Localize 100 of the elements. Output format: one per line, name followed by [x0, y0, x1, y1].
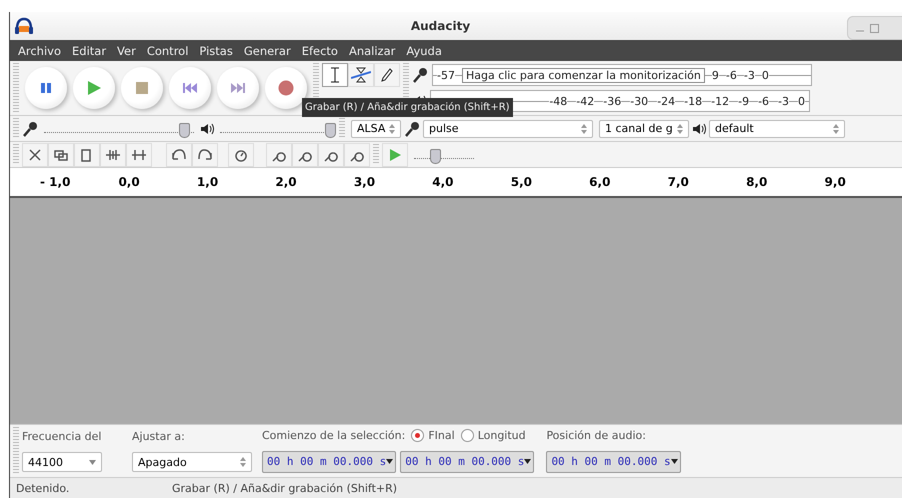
monitoring-hint: Haga clic para comenzar la monitorización [462, 68, 705, 82]
meter-scale-label: -36 [603, 94, 622, 108]
time-field[interactable]: 00 h 00 m 00.000 s [262, 450, 396, 473]
spin-arrows-icon [581, 122, 587, 134]
timeline-ruler[interactable]: - 1,0 0,0 1,0 2,0 3,0 4,0 5,0 6,0 7,0 8,0 9,0 [10, 168, 902, 198]
skip-start-icon [183, 82, 197, 94]
radio-option[interactable]: FInal [411, 429, 455, 442]
app-logo-icon [14, 17, 34, 35]
zoom-in-button[interactable] [266, 142, 292, 166]
skip-start-button[interactable] [169, 67, 211, 109]
timer-button[interactable] [228, 142, 254, 166]
play-icon [388, 148, 402, 162]
menu-item[interactable]: Editar [72, 44, 106, 58]
slider-thumb[interactable] [430, 149, 441, 164]
skip-end-button[interactable] [217, 67, 259, 109]
input-device-select[interactable]: pulse [423, 120, 593, 138]
spin-arrows-icon [389, 122, 395, 134]
dropdown-icon [386, 459, 394, 464]
envelope-tool-button[interactable] [348, 63, 374, 87]
ruler-label: 5,0 [510, 175, 533, 189]
meter-scale-label: -18 [684, 94, 702, 108]
status-message: Grabar (R) / Aña&dir grabación (Shift+R) [172, 482, 398, 494]
slider-thumb[interactable] [178, 123, 190, 138]
snap-select[interactable]: Apagado [132, 452, 252, 472]
waveform-split-button[interactable] [126, 142, 152, 166]
select-tool-button[interactable] [322, 63, 348, 87]
field-label: Frecuencia del [22, 430, 102, 443]
menu-item[interactable]: Ver [117, 44, 136, 58]
channels-select[interactable]: 1 canal de g [599, 120, 689, 138]
status-text: Detenido. [16, 482, 70, 494]
ruler-label: 2,0 [275, 175, 298, 189]
pause-button[interactable] [25, 67, 67, 109]
radio-button[interactable] [411, 429, 424, 442]
meter-scale-label: -3 [778, 94, 789, 108]
waveform-button[interactable] [100, 142, 126, 166]
dropdown-icon [670, 459, 678, 464]
meter-scale-label: -9 [738, 94, 750, 108]
ruler-label: 1,0 [196, 175, 220, 189]
play-icon [86, 80, 102, 96]
skip-end-icon [231, 82, 245, 94]
meter-scale-label: -12 [711, 94, 730, 108]
i-beam-icon [330, 67, 340, 83]
ruler-label: 8,0 [746, 175, 768, 189]
record-meter[interactable]: -57 Haga clic para comenzar la monitorización 9 -6 -3 0 [432, 64, 812, 86]
draw-tool-button[interactable] [374, 63, 400, 87]
meter-scale-label: -6 [758, 94, 770, 108]
time-field[interactable]: 00 h 00 m 00.000 s [546, 450, 681, 473]
rate-select[interactable]: 44100 [22, 452, 102, 472]
time-field[interactable]: 00 h 00 m 00.000 s [400, 450, 534, 473]
play-button[interactable] [73, 67, 115, 109]
record-icon [278, 80, 294, 96]
meter-scale-label: -42 [576, 94, 594, 108]
meter-scale-label: 9 [712, 68, 719, 82]
fit-project-button[interactable] [344, 142, 370, 166]
field-label: Ajustar a: [132, 430, 186, 443]
microphone-icon [412, 67, 428, 83]
menu-item[interactable]: Ayuda [406, 44, 442, 58]
record-button[interactable] [265, 67, 307, 109]
radio-button[interactable] [460, 429, 474, 442]
microphone-icon [22, 120, 38, 136]
ruler-label: 9,0 [824, 175, 847, 189]
envelope-icon [351, 67, 371, 83]
zoom-out-button[interactable] [292, 142, 318, 166]
ruler-label: 3,0 [354, 175, 376, 189]
track-area[interactable] [10, 198, 902, 424]
trim-icon [27, 146, 43, 162]
dropdown-icon [524, 459, 532, 464]
stop-icon [136, 82, 148, 94]
trim-button[interactable] [22, 142, 48, 166]
meter-scale-label: 0 [762, 68, 769, 82]
paste-button[interactable] [74, 142, 100, 166]
meter-scale-label: -30 [630, 94, 648, 108]
meter-scale-label: -3 [744, 68, 755, 82]
radio-option[interactable]: Longitud [460, 429, 526, 442]
menu-item[interactable]: Efecto [302, 44, 338, 58]
pause-icon [40, 82, 52, 94]
field-label: Posición de audio: [546, 429, 647, 442]
microphone-icon [404, 120, 420, 136]
spin-arrows-icon [833, 122, 839, 134]
field-label: Comienzo de la selección: [262, 429, 406, 442]
menu-item[interactable]: Control [146, 44, 188, 58]
pencil-icon [381, 68, 393, 82]
menu-item[interactable]: Archivo [18, 44, 61, 58]
meter-scale-label: 0 [798, 94, 805, 108]
slider-thumb[interactable] [325, 123, 336, 138]
ruler-label: 4,0 [432, 175, 455, 189]
undo-button[interactable] [166, 142, 192, 166]
menu-item[interactable]: Generar [244, 44, 291, 58]
output-device-select[interactable]: default [709, 120, 845, 138]
spin-arrows-icon [240, 456, 246, 468]
menu-item[interactable]: Pistas [199, 44, 233, 58]
host-select[interactable]: ALSA [351, 120, 401, 138]
ruler-label: 0,0 [118, 175, 141, 189]
ruler-label: 7,0 [668, 175, 690, 189]
redo-icon [197, 146, 213, 162]
redo-button[interactable] [192, 142, 218, 166]
dropdown-icon [89, 460, 96, 465]
menu-item[interactable]: Analizar [348, 44, 396, 58]
fit-selection-button[interactable] [318, 142, 344, 166]
silence-button[interactable] [48, 142, 74, 166]
